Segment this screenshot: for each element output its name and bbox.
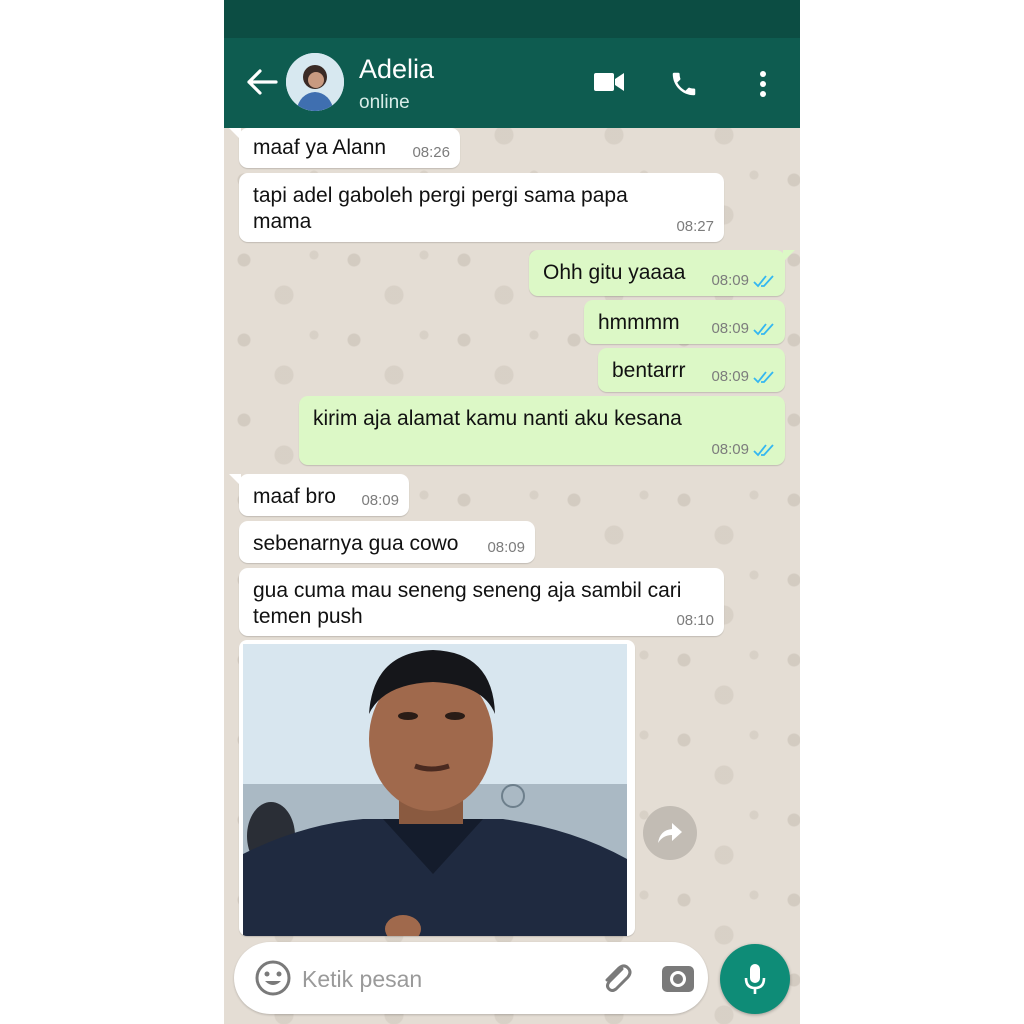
message-bubble-incoming[interactable]: gua cuma mau seneng seneng aja sambil ca…: [239, 568, 724, 636]
voice-record-button[interactable]: [720, 944, 790, 1014]
contact-avatar[interactable]: [286, 53, 344, 111]
message-input[interactable]: [300, 956, 584, 1002]
avatar-photo: [286, 53, 344, 111]
status-bar: [224, 0, 800, 38]
message-time: 08:09: [711, 320, 749, 337]
message-bubble-outgoing[interactable]: hmmmm 08:09: [584, 300, 785, 344]
double-check-read-icon: [753, 370, 774, 383]
message-time: 08:09: [361, 492, 399, 509]
contact-name[interactable]: Adelia: [359, 54, 434, 85]
message-composer: [234, 942, 708, 1014]
mic-icon: [744, 964, 766, 994]
message-text: hmmmm: [598, 311, 680, 334]
message-text: gua cuma mau seneng seneng aja sambil ca…: [253, 579, 682, 628]
message-bubble-outgoing[interactable]: kirim aja alamat kamu nanti aku kesana 0…: [299, 396, 785, 465]
shared-photo: [243, 644, 627, 936]
double-check-read-icon: [753, 443, 774, 456]
chat-header: Adelia online: [224, 38, 800, 128]
more-options-button[interactable]: [749, 62, 777, 106]
message-text: maaf bro: [253, 485, 336, 508]
message-text: Ohh gitu yaaaa: [543, 261, 686, 284]
message-text: bentarrr: [612, 359, 686, 382]
message-bubble-incoming[interactable]: tapi adel gaboleh pergi pergi sama papa …: [239, 173, 724, 242]
message-time: 08:09: [711, 441, 749, 458]
message-bubble-outgoing[interactable]: Ohh gitu yaaaa 08:09: [529, 250, 795, 296]
message-text: sebenarnya gua cowo: [253, 532, 459, 555]
message-bubble-incoming[interactable]: maaf bro 08:09: [229, 474, 409, 516]
message-bubble-outgoing[interactable]: bentarrr 08:09: [598, 348, 785, 392]
video-call-button[interactable]: [586, 62, 632, 102]
chat-screen: Adelia online maaf ya Alann 08:26 tapi a…: [224, 0, 800, 1024]
back-button[interactable]: [242, 62, 282, 102]
message-time: 08:27: [676, 218, 714, 235]
message-time: 08:26: [412, 144, 450, 161]
message-time: 08:09: [487, 539, 525, 556]
voice-call-button[interactable]: [662, 62, 706, 106]
message-time: 08:09: [711, 272, 749, 289]
image-message[interactable]: [239, 640, 635, 936]
more-vert-icon: [760, 71, 766, 97]
message-time: 08:09: [711, 368, 749, 385]
message-text: kirim aja alamat kamu nanti aku kesana: [313, 407, 682, 430]
video-call-icon: [594, 73, 624, 91]
message-bubble-incoming[interactable]: maaf ya Alann 08:26: [229, 128, 460, 168]
double-check-read-icon: [753, 274, 774, 287]
double-check-read-icon: [753, 322, 774, 335]
camera-icon[interactable]: [660, 960, 696, 996]
message-bubble-incoming[interactable]: sebenarnya gua cowo 08:09: [239, 521, 535, 563]
phone-icon: [672, 72, 696, 96]
message-text: tapi adel gaboleh pergi pergi sama papa …: [253, 184, 628, 233]
message-text: maaf ya Alann: [253, 136, 387, 159]
contact-status: online: [359, 92, 410, 113]
back-arrow-icon: [247, 69, 278, 95]
forward-icon: [658, 823, 682, 843]
forward-button[interactable]: [643, 806, 697, 860]
message-time: 08:10: [676, 612, 714, 629]
attachment-icon[interactable]: [598, 960, 634, 996]
emoji-icon[interactable]: [254, 959, 292, 997]
